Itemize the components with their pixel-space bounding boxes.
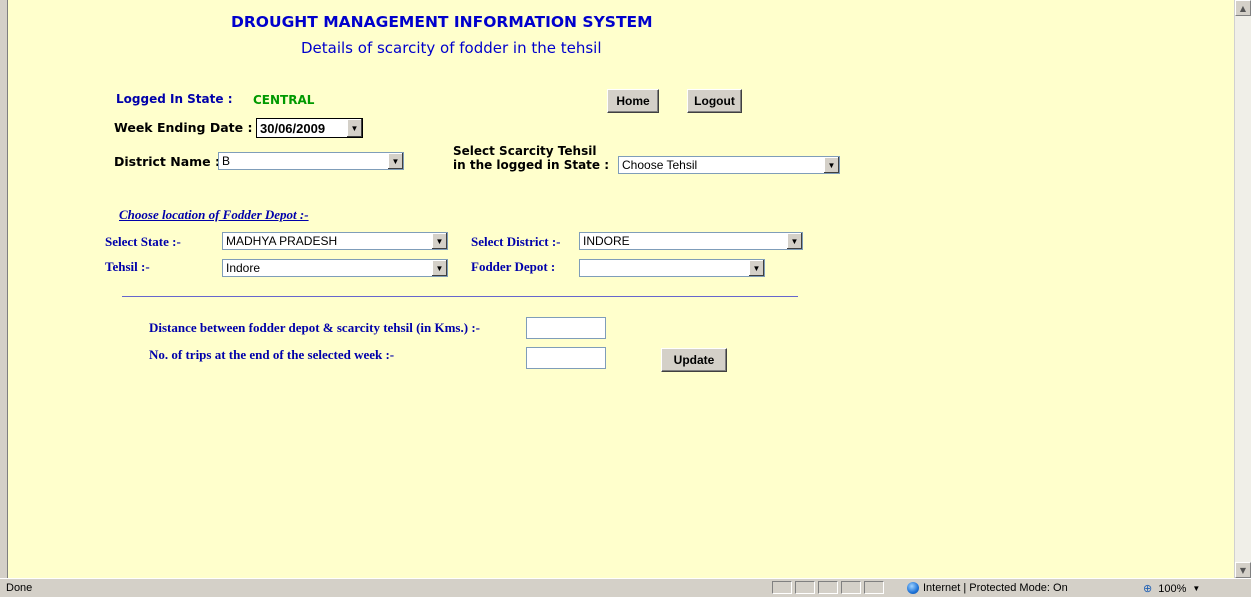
- chevron-down-icon: ▼: [346, 119, 362, 137]
- tehsil-label: Tehsil :-: [105, 259, 150, 274]
- home-button[interactable]: Home: [607, 89, 659, 113]
- vertical-scrollbar[interactable]: ▲ ▼: [1234, 0, 1251, 578]
- chevron-down-icon: ▼: [387, 153, 403, 169]
- status-panel: [772, 581, 792, 594]
- district-name-select[interactable]: B ▼: [218, 152, 404, 170]
- chevron-down-icon: ▼: [823, 157, 839, 173]
- week-ending-value: 30/06/2009: [260, 121, 326, 136]
- logout-button[interactable]: Logout: [687, 89, 742, 113]
- zoom-control[interactable]: ⊕ 100% ▼: [1143, 582, 1201, 596]
- chevron-down-icon: ▼: [786, 233, 802, 249]
- tehsil-value: Indore: [226, 261, 261, 275]
- page-title: DROUGHT MANAGEMENT INFORMATION SYSTEM: [231, 13, 653, 31]
- globe-icon: [907, 581, 919, 594]
- distance-input[interactable]: [526, 317, 606, 339]
- scroll-down-icon[interactable]: ▼: [1235, 562, 1251, 578]
- fodder-depot-section-title: Choose location of Fodder Depot :-: [119, 207, 309, 222]
- scarcity-tehsil-label-line2: in the logged in State :: [453, 158, 610, 172]
- status-panel: [841, 581, 861, 594]
- chevron-down-icon: ▼: [431, 260, 447, 276]
- logged-state-value: CENTRAL: [253, 93, 315, 107]
- trips-input[interactable]: [526, 347, 606, 369]
- scarcity-tehsil-value: Choose Tehsil: [622, 158, 698, 172]
- security-zone[interactable]: Internet | Protected Mode: On: [907, 581, 1068, 594]
- status-bar: Done Internet | Protected Mode: On ⊕ 100…: [0, 578, 1251, 597]
- page-subtitle: Details of scarcity of fodder in the teh…: [301, 39, 602, 57]
- select-district-label: Select District :-: [471, 234, 561, 249]
- select-state-value: MADHYA PRADESH: [226, 234, 338, 248]
- status-panel: [795, 581, 815, 594]
- section-divider: [122, 296, 798, 297]
- select-state-select[interactable]: MADHYA PRADESH ▼: [222, 232, 448, 250]
- chevron-down-icon: ▼: [431, 233, 447, 249]
- district-name-label: District Name :: [114, 154, 221, 169]
- status-text: Done: [6, 582, 33, 594]
- chevron-down-icon: ▼: [748, 260, 764, 276]
- trips-label: No. of trips at the end of the selected …: [149, 347, 395, 362]
- security-zone-text: Internet | Protected Mode: On: [923, 581, 1068, 594]
- scarcity-tehsil-label-line1: Select Scarcity Tehsil: [453, 144, 597, 158]
- scroll-up-icon[interactable]: ▲: [1235, 0, 1251, 16]
- logged-state-label: Logged In State :: [116, 92, 233, 106]
- week-ending-select[interactable]: 30/06/2009 ▼: [256, 118, 363, 138]
- select-district-value: INDORE: [583, 234, 630, 248]
- zoom-level: 100%: [1158, 582, 1187, 595]
- scarcity-tehsil-select[interactable]: Choose Tehsil ▼: [618, 156, 840, 174]
- chevron-down-icon: ▼: [1192, 584, 1201, 593]
- fodder-depot-label: Fodder Depot :: [471, 259, 556, 274]
- status-panel: [818, 581, 838, 594]
- distance-label: Distance between fodder depot & scarcity…: [149, 320, 480, 335]
- district-name-value: B: [222, 154, 231, 168]
- select-district-select[interactable]: INDORE ▼: [579, 232, 803, 250]
- week-ending-label: Week Ending Date :: [114, 120, 253, 135]
- select-state-label: Select State :-: [105, 234, 181, 249]
- status-panel: [864, 581, 884, 594]
- fodder-depot-select[interactable]: ▼: [579, 259, 765, 277]
- update-button[interactable]: Update: [661, 348, 727, 372]
- page-content: DROUGHT MANAGEMENT INFORMATION SYSTEM De…: [7, 0, 1235, 578]
- tehsil-select[interactable]: Indore ▼: [222, 259, 448, 277]
- magnifier-icon: ⊕: [1143, 583, 1153, 595]
